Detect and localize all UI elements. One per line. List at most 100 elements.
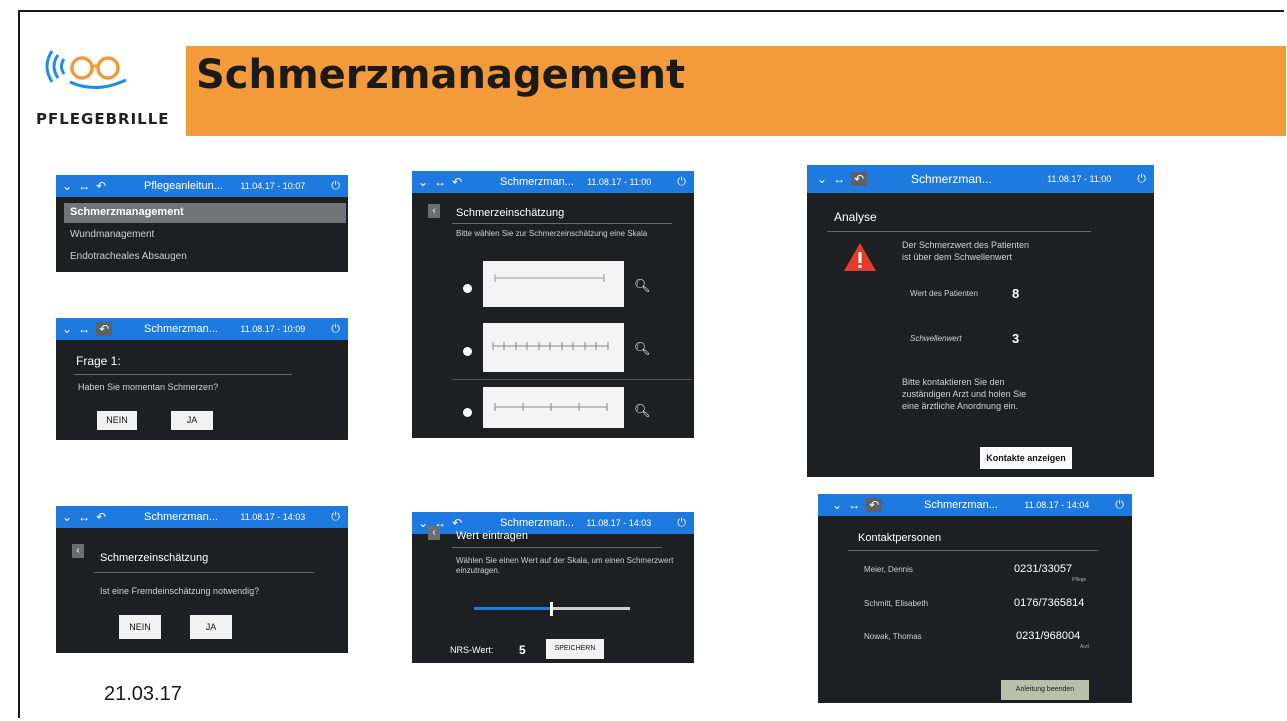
- screen-analyse: ⌄ ↔ ↶ Schmerzman... 11.08.17 - 11:00 ⏻ Ana…: [807, 165, 1154, 477]
- power-icon[interactable]: ⏻: [677, 176, 686, 189]
- back-arrow-icon[interactable]: ↶: [452, 516, 462, 530]
- screen-title: Schmerzman...: [144, 323, 218, 335]
- yes-button[interactable]: JA: [171, 411, 213, 430]
- question-heading: Frage 1:: [76, 354, 121, 368]
- back-arrow-icon[interactable]: ↶: [96, 510, 106, 524]
- contact-name: Nowak, Thomas: [864, 632, 922, 641]
- alert-text-1: Der Schmerzwert des Patienten: [902, 240, 1030, 250]
- instruction-text: Bitte wählen Sie zur Schmerzeinschätzung…: [456, 229, 648, 238]
- screen-wert-eintragen: ⌄ ↔ ↶ Schmerzman... 11.08.17 - 14:03 ⏻ ‹ W…: [412, 512, 694, 663]
- power-icon[interactable]: ⏻: [677, 517, 686, 530]
- threshold-value: 3: [1012, 331, 1020, 346]
- question-text: Haben Sie momentan Schmerzen?: [78, 382, 219, 392]
- divider: [848, 550, 1098, 551]
- screen-pflegeanleitung: ⌄ ↔ ↶ Pflegeanleitun... 11.04.17 - 10:07 ⏻…: [56, 175, 348, 272]
- power-icon[interactable]: ⏻: [331, 323, 340, 336]
- screen-schmerzeinschaetzung-frage: ⌄ ↔ ↶ Schmerzman... 11.08.17 - 14:03 ⏻ ‹ S…: [56, 506, 348, 653]
- divider: [452, 547, 662, 548]
- back-arrow-icon[interactable]: ↶: [452, 175, 462, 189]
- nrs-slider[interactable]: [474, 602, 630, 616]
- screen-title: Schmerzman...: [924, 499, 998, 511]
- back-arrow-icon[interactable]: ↶: [96, 322, 113, 336]
- swap-icon[interactable]: ↔: [78, 322, 90, 336]
- contact-text-3: eine ärztliche Anordnung ein.: [902, 401, 1019, 411]
- back-arrow-icon[interactable]: ↶: [866, 498, 883, 512]
- swap-icon[interactable]: ↔: [78, 510, 90, 524]
- logo-text: PFLEGEBRILLE: [36, 110, 170, 128]
- swap-icon[interactable]: ↔: [848, 498, 860, 512]
- section-heading: Wert eintragen: [456, 530, 528, 542]
- chevron-down-icon[interactable]: ⌄: [62, 510, 72, 524]
- contact-role: Pflege: [1072, 577, 1087, 583]
- contact-phone: 0176/7365814: [1014, 597, 1085, 609]
- pain-scale-image[interactable]: [483, 387, 624, 428]
- screen-time: 11.04.17 - 10:07: [240, 181, 306, 191]
- screen-topbar: ⌄ ↔ ↶ Schmerzman... 11.08.17 - 14:04 ⏻: [818, 494, 1132, 516]
- contact-name: Schmitt, Elisabeth: [864, 599, 929, 608]
- swap-icon[interactable]: ↔: [78, 179, 90, 193]
- contact-text-2: zuständigen Arzt und holen Sie: [902, 389, 1027, 399]
- section-heading: Schmerzeinschätzung: [456, 207, 565, 219]
- zoom-icon[interactable]: 🔍︎: [634, 403, 651, 419]
- screen-time: 11.08.17 - 10:09: [240, 324, 306, 334]
- back-arrow-icon[interactable]: ↶: [96, 179, 106, 193]
- screen-frage-1: ⌄ ↔ ↶ Schmerzman... 11.08.17 - 10:09 ⏻ Fra…: [56, 318, 348, 440]
- alert-text-2: ist über dem Schwellenwert: [902, 252, 1013, 262]
- radio-button[interactable]: [463, 408, 472, 417]
- screen-topbar: ⌄ ↔ ↶ Pflegeanleitun... 11.04.17 - 10:07 ⏻: [56, 175, 348, 197]
- power-icon[interactable]: ⏻: [331, 180, 340, 193]
- menu-item-absaugen[interactable]: Endotracheales Absaugen: [70, 251, 187, 262]
- patient-value: 8: [1012, 286, 1020, 301]
- screen-topbar: ⌄ ↔ ↶ Schmerzman... 11.08.17 - 14:03 ⏻: [56, 506, 348, 528]
- screen-topbar: ⌄ ↔ ↶ Schmerzman... 11.08.17 - 14:03 ⏻: [412, 512, 694, 534]
- screen-topbar: ⌄ ↔ ↶ Schmerzman... 11.08.17 - 11:00 ⏻: [807, 165, 1154, 193]
- zoom-icon[interactable]: 🔍︎: [634, 341, 651, 357]
- chevron-down-icon[interactable]: ⌄: [62, 179, 72, 193]
- zoom-icon[interactable]: 🔍︎: [634, 278, 651, 294]
- back-button[interactable]: ‹: [72, 544, 84, 558]
- power-icon[interactable]: ⏻: [331, 511, 340, 524]
- chevron-down-icon[interactable]: ⌄: [418, 175, 428, 189]
- back-button[interactable]: ‹: [428, 526, 440, 540]
- chevron-down-icon[interactable]: ⌄: [817, 172, 827, 186]
- back-arrow-icon[interactable]: ↶: [851, 172, 868, 186]
- yes-button[interactable]: JA: [190, 615, 232, 639]
- menu-item-wundmanagement[interactable]: Wundmanagement: [70, 229, 154, 240]
- chevron-down-icon[interactable]: ⌄: [832, 498, 842, 512]
- radio-button[interactable]: [463, 284, 472, 293]
- swap-icon[interactable]: ↔: [833, 172, 845, 186]
- threshold-label: Schwellenwert: [910, 334, 962, 343]
- screen-time: 11.08.17 - 14:04: [1024, 500, 1090, 510]
- chevron-down-icon[interactable]: ⌄: [62, 322, 72, 336]
- screen-time: 11.08.17 - 14:03: [240, 512, 306, 522]
- screen-title: Schmerzman...: [500, 517, 574, 529]
- chevron-down-icon[interactable]: ⌄: [418, 516, 428, 530]
- screen-kontaktpersonen: ⌄ ↔ ↶ Schmerzman... 11.08.17 - 14:04 ⏻ Kon…: [818, 494, 1132, 703]
- swap-icon[interactable]: ↔: [434, 175, 446, 189]
- save-button[interactable]: SPEICHERN: [546, 639, 604, 659]
- screen-time: 11.08.17 - 11:00: [587, 177, 652, 187]
- radio-button[interactable]: [463, 347, 472, 356]
- end-guide-button[interactable]: Anleitung beenden: [1001, 680, 1089, 700]
- no-button[interactable]: NEIN: [97, 411, 137, 430]
- no-button[interactable]: NEIN: [119, 615, 161, 639]
- menu-item-schmerzmanagement[interactable]: Schmerzmanagement: [70, 206, 184, 218]
- contact-text-1: Bitte kontaktieren Sie den: [902, 377, 1005, 387]
- screen-topbar: ⌄ ↔ ↶ Schmerzman... 11.08.17 - 10:09 ⏻: [56, 318, 348, 340]
- contact-phone: 0231/968004: [1016, 630, 1081, 642]
- divider: [74, 374, 292, 375]
- section-heading: Kontaktpersonen: [858, 532, 942, 544]
- power-icon[interactable]: ⏻: [1115, 499, 1124, 512]
- show-contacts-button[interactable]: Kontakte anzeigen: [980, 447, 1072, 469]
- slider-handle[interactable]: [550, 602, 553, 616]
- pain-scale-image[interactable]: [483, 323, 624, 372]
- nrs-value: 5: [519, 643, 526, 657]
- pain-scale-image[interactable]: [483, 261, 624, 307]
- screen-title: Schmerzman...: [911, 172, 992, 186]
- back-button[interactable]: ‹: [428, 204, 440, 218]
- warning-icon: [844, 243, 876, 271]
- nrs-label: NRS-Wert:: [450, 645, 494, 655]
- power-icon[interactable]: ⏻: [1137, 173, 1146, 186]
- slide-title: Schmerzmanagement: [196, 52, 686, 98]
- question-text: Ist eine Fremdeinschätzung notwendig?: [100, 586, 260, 596]
